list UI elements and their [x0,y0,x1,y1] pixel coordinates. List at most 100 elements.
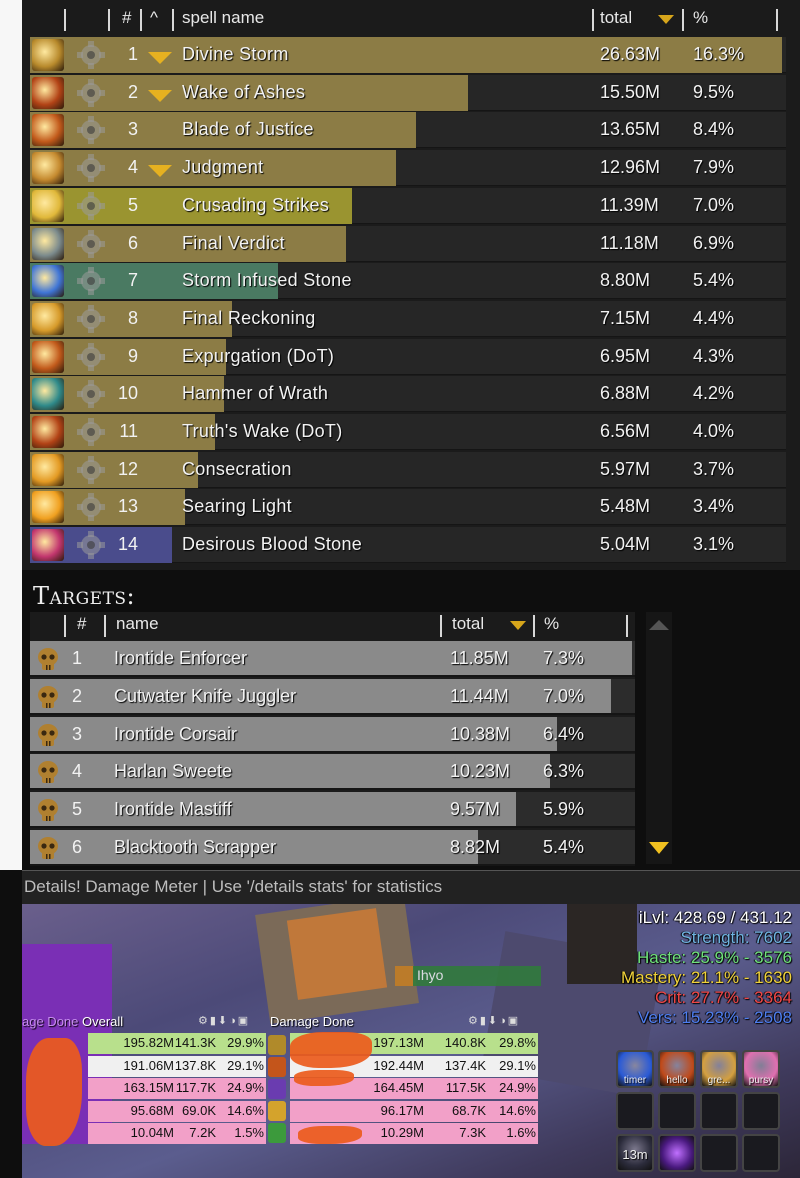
spell-row[interactable]: 10 Hammer of Wrath 6.88M 4.2% [30,376,786,413]
meter-row[interactable]: 195.82M 141.3K 29.9% [88,1033,266,1054]
column-separator[interactable] [64,9,66,31]
empty-action-slot[interactable] [658,1092,696,1130]
gear-icon[interactable] [70,417,112,447]
spell-row[interactable]: 3 Blade of Justice 13.65M 8.4% [30,112,786,149]
scroll-up-icon[interactable] [649,620,669,630]
spell-row[interactable]: 7 Storm Infused Stone 8.80M 5.4% [30,263,786,300]
judgment-icon[interactable] [32,152,64,185]
column-separator[interactable] [682,9,684,31]
header-percent[interactable]: % [544,614,559,634]
empty-action-slot[interactable] [700,1134,738,1172]
consecration-icon[interactable] [32,453,64,486]
divine-storm-icon[interactable] [32,39,64,71]
column-separator[interactable] [592,9,594,31]
spell-total: 12.96M [600,157,661,178]
expand-arrow-icon[interactable] [148,165,172,178]
gear-icon[interactable] [70,266,112,296]
meter-row[interactable]: 10.04M 7.2K 1.5% [88,1123,266,1144]
timer-icon[interactable]: timer [616,1050,654,1088]
gear-icon[interactable] [70,191,112,221]
spell-row[interactable]: 8 Final Reckoning 7.15M 4.4% [30,300,786,337]
empty-action-slot[interactable] [700,1092,738,1130]
final-verdict-icon[interactable] [32,227,64,260]
target-row[interactable]: 3 Irontide Corsair 10.38M 6.4% [30,716,635,753]
meter-row[interactable]: 95.68M 69.0K 14.6% [88,1100,266,1122]
meter-row[interactable]: 163.15M 117.7K 24.9% [88,1078,266,1099]
spell-row[interactable]: 6 Final Verdict 11.18M 6.9% [30,225,786,262]
header-spell-name[interactable]: spell name [182,8,264,28]
column-separator[interactable] [172,9,174,31]
pursy-icon[interactable]: pursy [742,1050,780,1088]
hello-icon[interactable]: hello [658,1050,696,1088]
empty-action-slot[interactable] [742,1134,780,1172]
header-name[interactable]: name [116,614,159,634]
gear-icon[interactable] [70,115,112,145]
expand-arrow-icon[interactable] [148,52,172,64]
storm-infused-stone-icon[interactable] [32,265,64,298]
spell-row[interactable]: 4 Judgment 12.96M 7.9% [30,150,786,187]
expurgation-icon[interactable] [32,340,64,373]
target-row[interactable]: 2 Cutwater Knife Juggler 11.44M 7.0% [30,678,635,715]
empty-action-slot[interactable] [658,1134,696,1172]
gear-icon[interactable] [70,342,112,372]
gear-icon[interactable] [70,530,112,560]
spell-row[interactable]: 11 Truth's Wake (DoT) 6.56M 4.0% [30,414,786,450]
spell-row[interactable]: 9 Expurgation (DoT) 6.95M 4.3% [30,338,786,375]
target-row[interactable]: 1 Irontide Enforcer 11.85M 7.3% [30,641,635,677]
column-separator[interactable] [626,615,628,637]
gear-icon[interactable] [70,229,112,259]
scroll-down-icon[interactable] [649,842,669,854]
gear-icon[interactable] [70,153,112,183]
target-row[interactable]: 4 Harlan Sweete 10.23M 6.3% [30,754,635,791]
sort-desc-icon[interactable] [510,621,526,630]
header-caret[interactable]: ^ [150,8,158,28]
spell-row[interactable]: 1 Divine Storm 26.63M 16.3% [30,37,786,73]
meter-row[interactable]: 191.06M 137.8K 29.1% [88,1055,266,1077]
game-viewport[interactable]: Ihyo iLvl: 428.69 / 431.12 Strength: 760… [22,904,800,1178]
gear-icon[interactable] [70,455,112,485]
wake-of-ashes-icon[interactable] [32,76,64,109]
header-total[interactable]: total [600,8,632,28]
truths-wake-icon[interactable] [32,416,64,448]
targets-scrollbar[interactable] [646,612,672,864]
cooldown-icon[interactable]: 13m [616,1134,654,1172]
column-separator[interactable] [104,615,106,637]
empty-action-slot[interactable] [616,1092,654,1130]
column-separator[interactable] [140,9,142,31]
gear-icon[interactable] [70,40,112,70]
spell-row[interactable]: 14 Desirous Blood Stone 5.04M 3.1% [30,527,786,564]
spell-row[interactable]: 12 Consecration 5.97M 3.7% [30,451,786,488]
gear-icon[interactable] [70,492,112,522]
gear-icon[interactable] [70,78,112,108]
greet-icon[interactable]: gre... [700,1050,738,1088]
blade-of-justice-icon[interactable] [32,114,64,147]
meter-left-toolbar-icons[interactable]: ⚙▮⬇◑▣ [198,1014,250,1027]
target-row[interactable]: 5 Irontide Mastiff 9.57M 5.9% [30,792,635,829]
target-row[interactable]: 6 Blacktooth Scrapper 8.82M 5.4% [30,830,635,866]
column-separator[interactable] [533,615,535,637]
meter-row[interactable]: 96.17M 68.7K 14.6% [290,1100,538,1122]
expand-arrow-icon[interactable] [148,89,172,102]
header-percent[interactable]: % [693,8,708,28]
player-nameplate[interactable]: Ihyo [395,966,541,986]
spell-row[interactable]: 5 Crusading Strikes 11.39M 7.0% [30,187,786,224]
searing-light-icon[interactable] [32,491,64,524]
column-separator[interactable] [776,9,778,31]
empty-action-slot[interactable] [742,1092,780,1130]
column-separator[interactable] [440,615,442,637]
column-separator[interactable] [64,615,66,637]
spell-row[interactable]: 2 Wake of Ashes 15.50M 9.5% [30,74,786,111]
header-index[interactable]: # [122,8,131,28]
gear-icon[interactable] [70,304,112,334]
spell-row[interactable]: 13 Searing Light 5.48M 3.4% [30,489,786,526]
sort-desc-icon[interactable] [658,15,674,24]
header-index[interactable]: # [77,614,86,634]
hammer-of-wrath-icon[interactable] [32,378,64,411]
gear-icon[interactable] [70,379,112,409]
column-separator[interactable] [108,9,110,31]
meter-right-toolbar-icons[interactable]: ⚙▮⬇◑▣ [468,1014,520,1027]
crusading-strikes-icon[interactable] [32,189,64,222]
desirous-blood-stone-icon[interactable] [32,529,64,562]
final-reckoning-icon[interactable] [32,302,64,335]
header-total[interactable]: total [452,614,484,634]
